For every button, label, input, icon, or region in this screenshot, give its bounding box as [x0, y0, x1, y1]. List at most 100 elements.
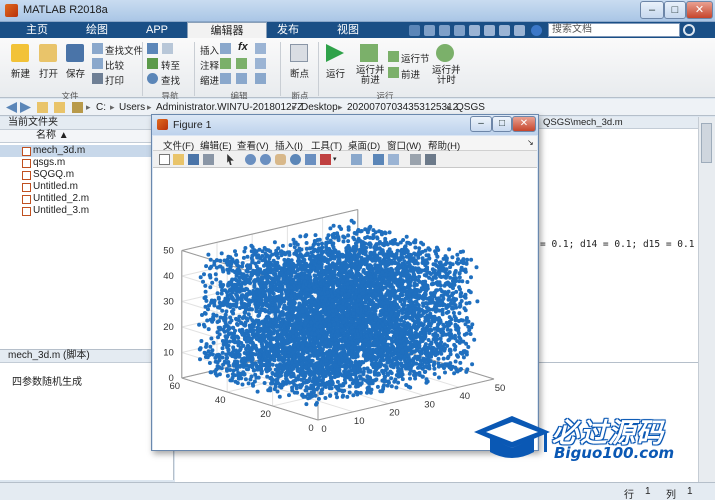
run-time-button[interactable]: 运行并 计时 [432, 66, 461, 86]
comment-button[interactable]: 注释 [200, 58, 219, 72]
menu-view[interactable]: 查看(V) [237, 138, 269, 152]
increase-indent-icon[interactable] [236, 73, 247, 84]
comment-percent-icon[interactable] [220, 58, 231, 69]
search-icon[interactable] [683, 24, 695, 36]
breakpoints-button[interactable]: 断点 [290, 66, 309, 80]
save-floppy-icon[interactable] [66, 44, 84, 62]
search-input[interactable]: 搜索文档 [548, 23, 680, 37]
indent-button[interactable]: 缩进 [200, 73, 219, 87]
open-file-icon[interactable] [173, 154, 184, 165]
print-button[interactable]: 打印 [105, 73, 124, 87]
minimize-button[interactable]: – [640, 1, 664, 19]
maximize-button[interactable]: □ [664, 1, 686, 19]
breadcrumb-desktop[interactable]: Desktop [301, 102, 338, 113]
run-button[interactable]: 运行 [326, 66, 345, 80]
figure-close-button[interactable]: ✕ [512, 116, 536, 132]
browse-folder-icon[interactable] [54, 102, 65, 113]
compare-button[interactable]: 比较 [105, 58, 124, 72]
brush-icon[interactable] [320, 154, 331, 165]
help-question-icon[interactable] [514, 25, 525, 36]
editor-file-tab[interactable]: QSGS\mech_3d.m [543, 117, 623, 128]
up-folder-icon[interactable] [37, 102, 48, 113]
dock-arrow-icon[interactable]: ↘ [527, 138, 534, 147]
legend-icon[interactable] [388, 154, 399, 165]
save-icon[interactable] [409, 25, 420, 36]
figure-titlebar[interactable]: Figure 1 – □ ✕ [152, 115, 538, 135]
insert-button[interactable]: 插入 [200, 43, 219, 57]
show-plot-tools-icon[interactable] [425, 154, 436, 165]
help-icon[interactable] [531, 25, 542, 36]
menu-insert[interactable]: 插入(I) [275, 138, 303, 152]
switch-windows-icon[interactable] [499, 25, 510, 36]
file-row[interactable]: qsgs.m [0, 157, 174, 169]
run-time-clock-icon[interactable] [436, 44, 454, 62]
menu-window[interactable]: 窗口(W) [387, 138, 421, 152]
colorbar-icon[interactable] [373, 154, 384, 165]
decrease-indent-icon[interactable] [255, 73, 266, 84]
tab-home[interactable]: 主页 [7, 22, 67, 38]
breadcrumb-folder[interactable]: 20200707034353125312 [347, 102, 458, 113]
envelope-icon[interactable] [162, 43, 173, 54]
zoom-in-icon[interactable] [245, 154, 256, 165]
find-files-button[interactable]: 查找文件 [105, 43, 143, 57]
menu-tools[interactable]: 工具(T) [311, 138, 342, 152]
run-advance-icon[interactable] [360, 44, 378, 62]
chevron-down-icon[interactable]: ▾ [333, 154, 344, 165]
menu-file[interactable]: 文件(F) [163, 138, 194, 152]
file-row[interactable]: Untitled.m [0, 181, 174, 193]
code-line[interactable]: = 0.1; d14 = 0.1; d15 = 0.1 [540, 239, 694, 250]
save-button[interactable]: 保存 [66, 66, 85, 80]
breadcrumb-admin[interactable]: Administrator.WIN7U-20180127Z [156, 102, 303, 113]
new-plus-icon[interactable] [11, 44, 29, 62]
advance-button[interactable]: 前进 [401, 67, 420, 81]
figure-canvas[interactable]: 0 10 20 30 40 50 0 10 20 30 40 50 0 20 40 60 [153, 168, 537, 450]
paste-icon[interactable] [454, 25, 465, 36]
data-cursor-icon[interactable] [305, 154, 316, 165]
link-plot-icon[interactable] [351, 154, 362, 165]
pan-hand-icon[interactable] [275, 154, 286, 165]
copy-icon[interactable] [439, 25, 450, 36]
uncomment-icon[interactable] [236, 58, 247, 69]
zoom-out-icon[interactable] [260, 154, 271, 165]
file-row[interactable]: SQGQ.m [0, 169, 174, 181]
wrap-comments-icon[interactable] [255, 58, 266, 69]
hide-plot-tools-icon[interactable] [410, 154, 421, 165]
file-row[interactable]: mech_3d.m [0, 145, 174, 157]
open-button[interactable]: 打开 [39, 66, 58, 80]
breakpoints-icon[interactable] [290, 44, 308, 62]
save-figure-icon[interactable] [188, 154, 199, 165]
close-button[interactable]: ✕ [686, 1, 713, 19]
figure-window[interactable]: Figure 1 – □ ✕ 文件(F) 编辑(E) 查看(V) 插入(I) 工… [151, 114, 539, 451]
pointer-arrow-icon[interactable] [227, 154, 234, 165]
breadcrumb-qsgs[interactable]: QSGS [456, 102, 485, 113]
tab-apps[interactable]: APP [127, 22, 187, 38]
fx-function-icon[interactable]: fx [238, 41, 248, 53]
scatter3-axes[interactable]: 01020304050010203040500204060 [153, 168, 537, 450]
undo-icon[interactable] [469, 25, 480, 36]
tab-editor[interactable]: 编辑器 [187, 22, 267, 38]
file-row[interactable]: Untitled_2.m [0, 193, 174, 205]
run-advance-button[interactable]: 运行并 前进 [356, 66, 385, 86]
menu-desktop[interactable]: 桌面(D) [348, 138, 380, 152]
cut-icon[interactable] [424, 25, 435, 36]
menu-edit[interactable]: 编辑(E) [200, 138, 232, 152]
new-button[interactable]: 新建 [11, 66, 30, 80]
back-arrow-icon[interactable] [147, 43, 158, 54]
tab-publish[interactable]: 发布 [258, 22, 318, 38]
tab-view[interactable]: 视图 [318, 22, 378, 38]
print-figure-icon[interactable] [203, 154, 214, 165]
tab-plots[interactable]: 绘图 [67, 22, 127, 38]
name-column-header[interactable]: 名称 ▲ [0, 130, 173, 143]
figure-minimize-button[interactable]: – [470, 116, 492, 132]
menu-help[interactable]: 帮助(H) [428, 138, 460, 152]
file-row[interactable]: Untitled_3.m [0, 205, 174, 217]
insert-dropdown-icon[interactable] [255, 43, 266, 54]
redo-icon[interactable] [484, 25, 495, 36]
breadcrumb-users[interactable]: Users [119, 102, 145, 113]
run-section-button[interactable]: 运行节 [401, 51, 430, 65]
scrollbar-thumb[interactable] [701, 123, 712, 163]
breadcrumb-drive[interactable]: C: [96, 102, 106, 113]
figure-maximize-button[interactable]: □ [492, 116, 512, 132]
open-folder-icon[interactable] [39, 44, 57, 62]
find-button[interactable]: 查找 [161, 73, 180, 87]
